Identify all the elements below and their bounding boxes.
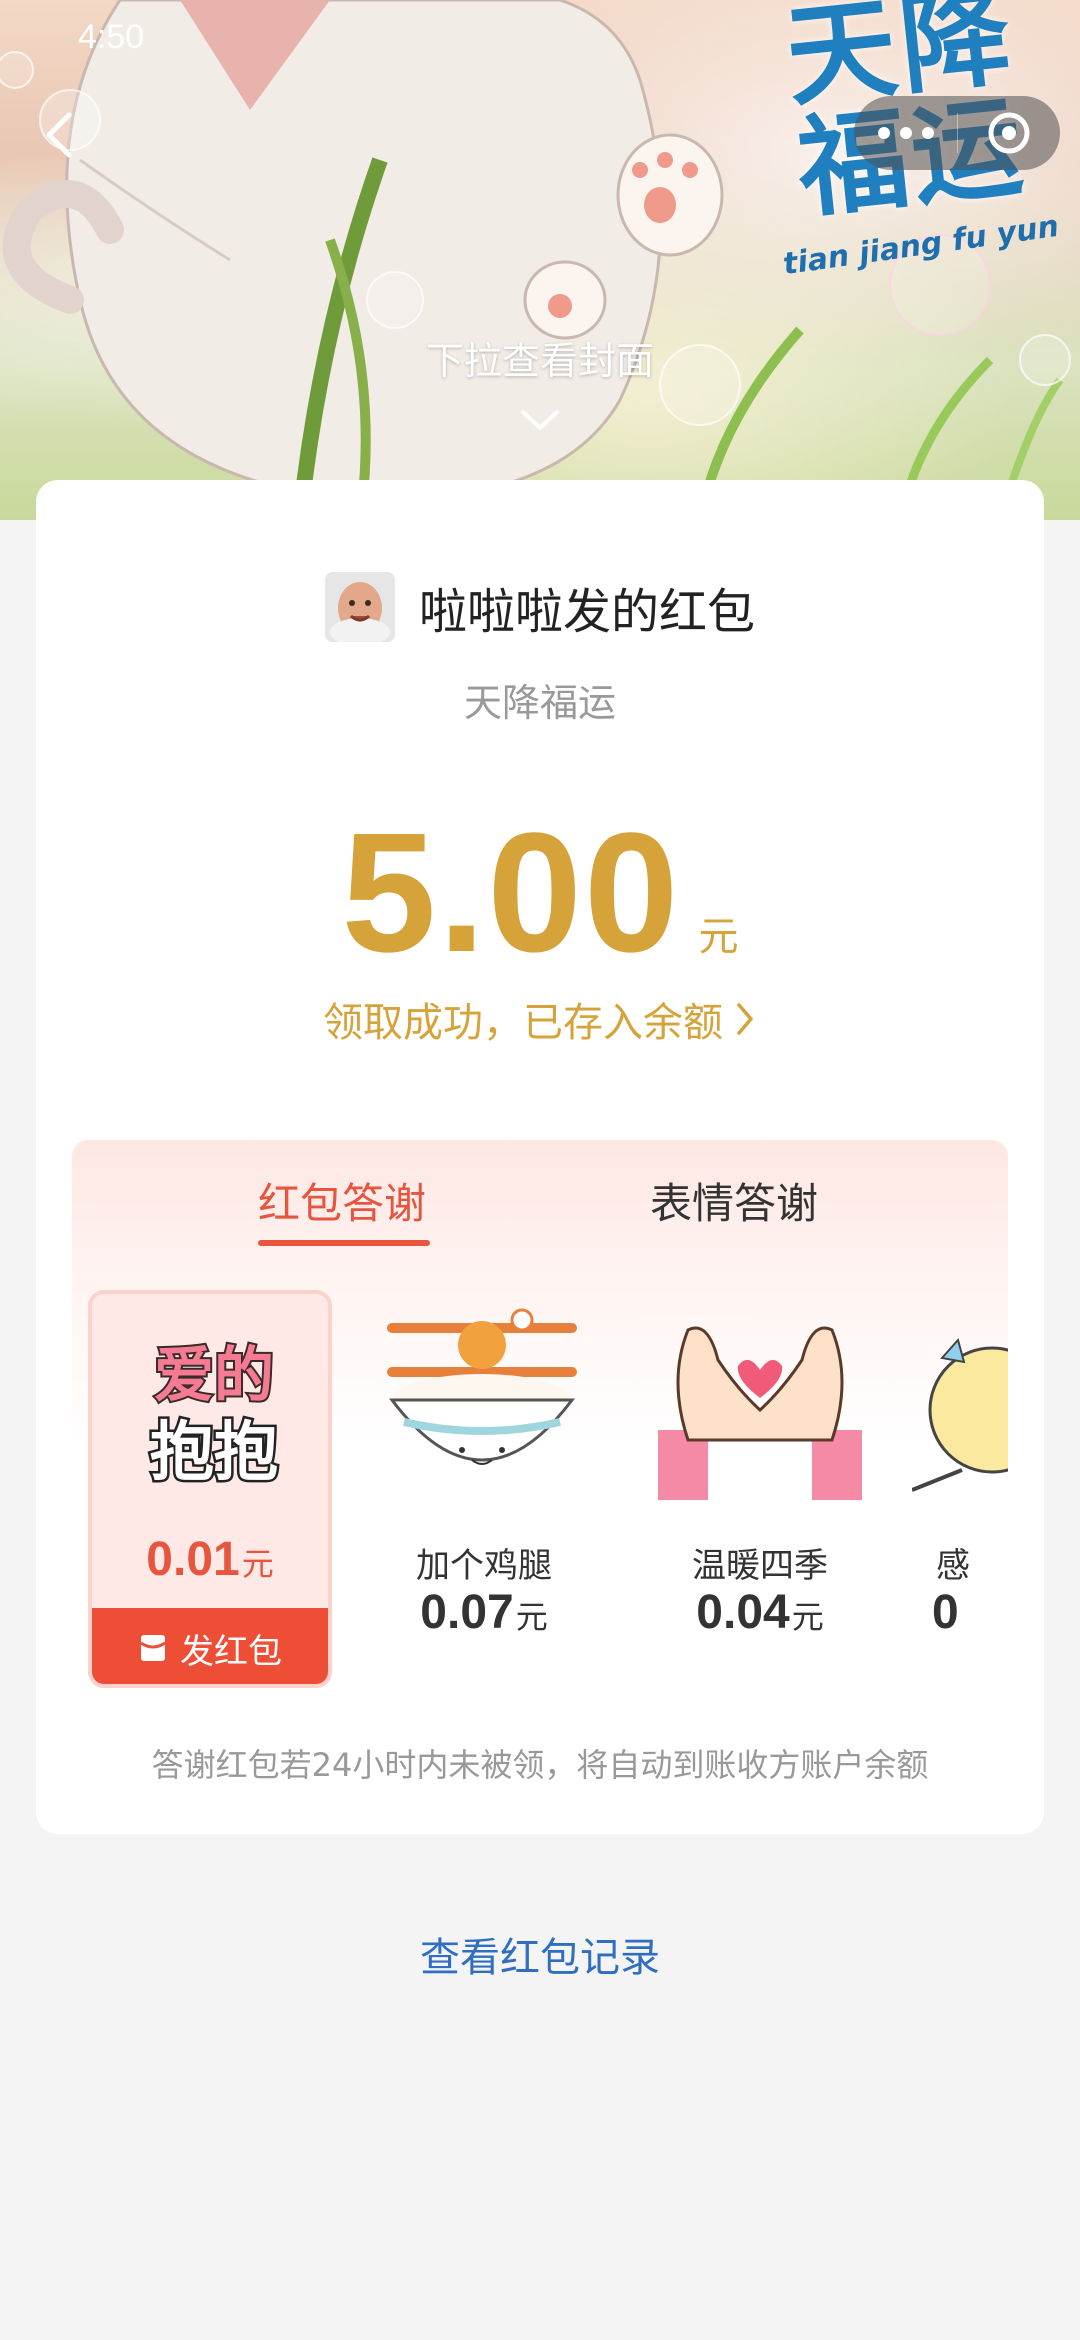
mini-capsule: [854, 96, 1060, 170]
more-button[interactable]: [854, 96, 957, 170]
gift-price-unit: 元: [241, 1545, 274, 1583]
gift-name: 加个鸡腿: [416, 1546, 552, 1586]
sticker-line-1: 爱的: [154, 1341, 274, 1411]
gift-price-value: 0: [932, 1586, 959, 1639]
red-packet-card: 啦啦啦发的红包 天降福运 5.00 元 领取成功，已存入余额 红包答谢 表情答谢…: [36, 480, 1044, 1834]
gift-price: 0: [912, 1585, 1008, 1640]
gift-price: 0.04元: [638, 1585, 882, 1640]
gift-name: 温暖四季: [692, 1546, 828, 1586]
amount-row: 5.00 元: [36, 798, 1044, 988]
gift-price: 0.01元: [92, 1532, 328, 1587]
avatar-image: [324, 572, 395, 642]
back-button[interactable]: [24, 100, 94, 170]
gift-warm-seasons[interactable]: 温暖四季 0.04元: [638, 1290, 882, 1688]
wish-text: 天降福运: [463, 681, 616, 725]
gift-price-unit: 元: [515, 1598, 548, 1636]
gift-hug[interactable]: 爱的 抱抱 0.01元 发红包: [88, 1290, 332, 1688]
thanks-panel: 红包答谢 表情答谢 爱的 抱抱 0.01元 发红包 加个鸡腿 0.07元 温暖四…: [72, 1140, 1008, 1700]
heart-hands-icon: [658, 1326, 862, 1500]
hug-sticker: 爱的 抱抱: [148, 1339, 281, 1493]
avatar[interactable]: [324, 572, 395, 642]
chevron-left-icon: [46, 112, 72, 158]
cover-image[interactable]: 天降 福运 tian jiang fu yun 4:50 下拉查看封面: [0, 0, 1080, 520]
send-button-label: 发红包: [180, 1631, 282, 1672]
sender-row: 啦啦啦发的红包: [36, 572, 1044, 642]
chevron-down-icon: [521, 410, 559, 430]
target-close-icon: [988, 112, 1030, 154]
sender-title: 啦啦啦发的红包: [418, 584, 755, 640]
thanks-tabs: 红包答谢 表情答谢: [72, 1140, 1008, 1250]
gift-price-value: 0.04: [696, 1586, 790, 1639]
amount-unit: 元: [698, 914, 739, 960]
chevron-right-icon: [737, 1003, 753, 1035]
amount-value: 5.00: [341, 798, 681, 988]
red-packet-icon: [140, 1635, 166, 1661]
gift-chicken-leg[interactable]: 加个鸡腿 0.07元: [362, 1290, 606, 1688]
gift-price: 0.07元: [362, 1585, 606, 1640]
gift-price-value: 0.01: [146, 1533, 240, 1586]
gift-price-value: 0.07: [420, 1586, 514, 1639]
status-time: 4:50: [78, 18, 145, 56]
tab-active-indicator: [258, 1240, 430, 1246]
sticker-line-2: 抱抱: [150, 1416, 278, 1490]
balance-link[interactable]: 领取成功，已存入余额: [36, 990, 1044, 1048]
tab-red-packet-thanks[interactable]: 红包答谢: [258, 1170, 426, 1231]
gift-partial[interactable]: 感 0: [912, 1290, 1008, 1688]
thanks-notice: 答谢红包若24小时内未被领，将自动到账收方账户余额: [151, 1746, 929, 1784]
gift-price-unit: 元: [791, 1598, 824, 1636]
rice-bowl-icon: [387, 1308, 577, 1465]
tab-sticker-thanks[interactable]: 表情答谢: [650, 1170, 818, 1231]
close-button[interactable]: [958, 96, 1060, 170]
pull-hint[interactable]: 下拉查看封面: [0, 330, 1080, 385]
partial-gift-icon: [912, 1337, 1008, 1492]
more-dots-icon: [877, 127, 934, 139]
gift-name: 感: [936, 1546, 970, 1586]
send-red-packet-button[interactable]: 发红包: [92, 1608, 328, 1684]
view-records-link[interactable]: 查看红包记录: [0, 1925, 1080, 1983]
success-text: 领取成功，已存入余额: [323, 1000, 723, 1046]
